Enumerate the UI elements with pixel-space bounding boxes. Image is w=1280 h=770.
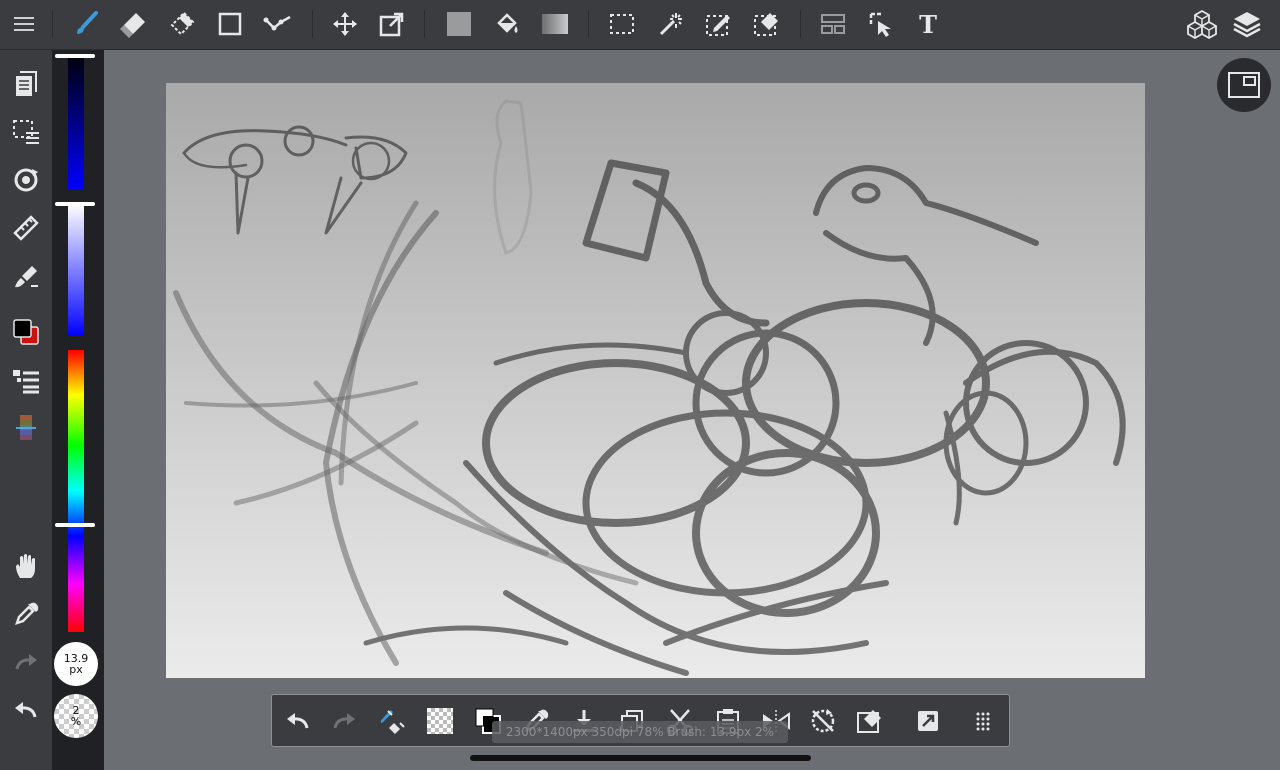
gradient-icon[interactable] <box>539 8 571 40</box>
menu-icon[interactable] <box>8 8 40 40</box>
brush-eraser-toggle-icon[interactable] <box>376 705 408 737</box>
fill-color-icon[interactable] <box>443 8 475 40</box>
hue-slider[interactable] <box>68 350 84 632</box>
magic-wand-icon[interactable] <box>654 8 686 40</box>
drawing-canvas[interactable] <box>166 83 1145 678</box>
select-rect-icon[interactable] <box>606 8 638 40</box>
rotate-icon[interactable] <box>10 164 42 196</box>
select-move-icon[interactable] <box>865 8 897 40</box>
more-icon[interactable] <box>967 705 999 737</box>
hue-slider-handle[interactable] <box>55 522 95 527</box>
bucket-icon[interactable] <box>491 8 523 40</box>
brush-settings-icon[interactable] <box>10 260 42 292</box>
pages-icon[interactable] <box>10 68 42 100</box>
saturation-slider[interactable] <box>68 204 84 336</box>
shape-icon[interactable] <box>214 8 246 40</box>
home-indicator[interactable] <box>470 755 811 761</box>
brightness-slider-handle[interactable] <box>55 54 95 58</box>
eyedropper-icon[interactable] <box>10 598 42 630</box>
text-icon[interactable]: T <box>912 8 944 40</box>
eraser-icon[interactable] <box>118 8 150 40</box>
transparent-icon[interactable] <box>424 705 456 737</box>
opacity-unit: % <box>70 715 82 728</box>
brush-size-button[interactable]: 13.9 px <box>54 642 98 686</box>
selection-icon[interactable] <box>10 116 42 148</box>
select-eraser-icon[interactable] <box>750 8 782 40</box>
move-icon[interactable] <box>329 8 361 40</box>
sketch-artwork <box>173 99 1126 676</box>
layout-icon[interactable] <box>817 8 849 40</box>
blur-icon[interactable] <box>166 8 198 40</box>
select-pen-icon[interactable] <box>702 8 734 40</box>
text-tool-glyph: T <box>919 9 937 39</box>
redo-icon[interactable] <box>10 646 42 678</box>
left-sidebar <box>0 50 52 770</box>
primary-color-swatch[interactable] <box>13 319 32 338</box>
3d-model-icon[interactable] <box>1186 8 1218 40</box>
navigator-icon <box>1228 72 1260 98</box>
brightness-slider[interactable] <box>68 58 84 190</box>
undo-icon[interactable] <box>282 705 314 737</box>
brush-size-unit: px <box>69 663 83 676</box>
hand-icon[interactable] <box>10 550 42 582</box>
rotate-reset-icon[interactable] <box>807 705 839 737</box>
brush-icon[interactable] <box>70 8 102 40</box>
clear-icon[interactable] <box>854 705 886 737</box>
undo-icon[interactable] <box>10 694 42 726</box>
color-bar: 13.9 px 2 % <box>52 50 104 770</box>
opacity-button[interactable]: 2 % <box>54 694 98 738</box>
transform-icon[interactable] <box>376 8 408 40</box>
color-swatch-icon[interactable] <box>10 316 42 348</box>
ruler-icon[interactable] <box>10 212 42 244</box>
redo-icon[interactable] <box>328 705 360 737</box>
palette-icon[interactable] <box>10 412 42 444</box>
snap-icon[interactable] <box>912 705 944 737</box>
status-bar: 2300*1400px 350dpi 78% Brush: 13.9px 2% <box>492 721 788 743</box>
top-toolbar: T <box>0 0 1280 50</box>
saturation-slider-handle[interactable] <box>55 202 95 206</box>
layer-list-icon[interactable] <box>10 365 42 397</box>
navigator-button[interactable] <box>1217 58 1271 112</box>
line-icon[interactable] <box>262 8 294 40</box>
layers-icon[interactable] <box>1231 8 1263 40</box>
